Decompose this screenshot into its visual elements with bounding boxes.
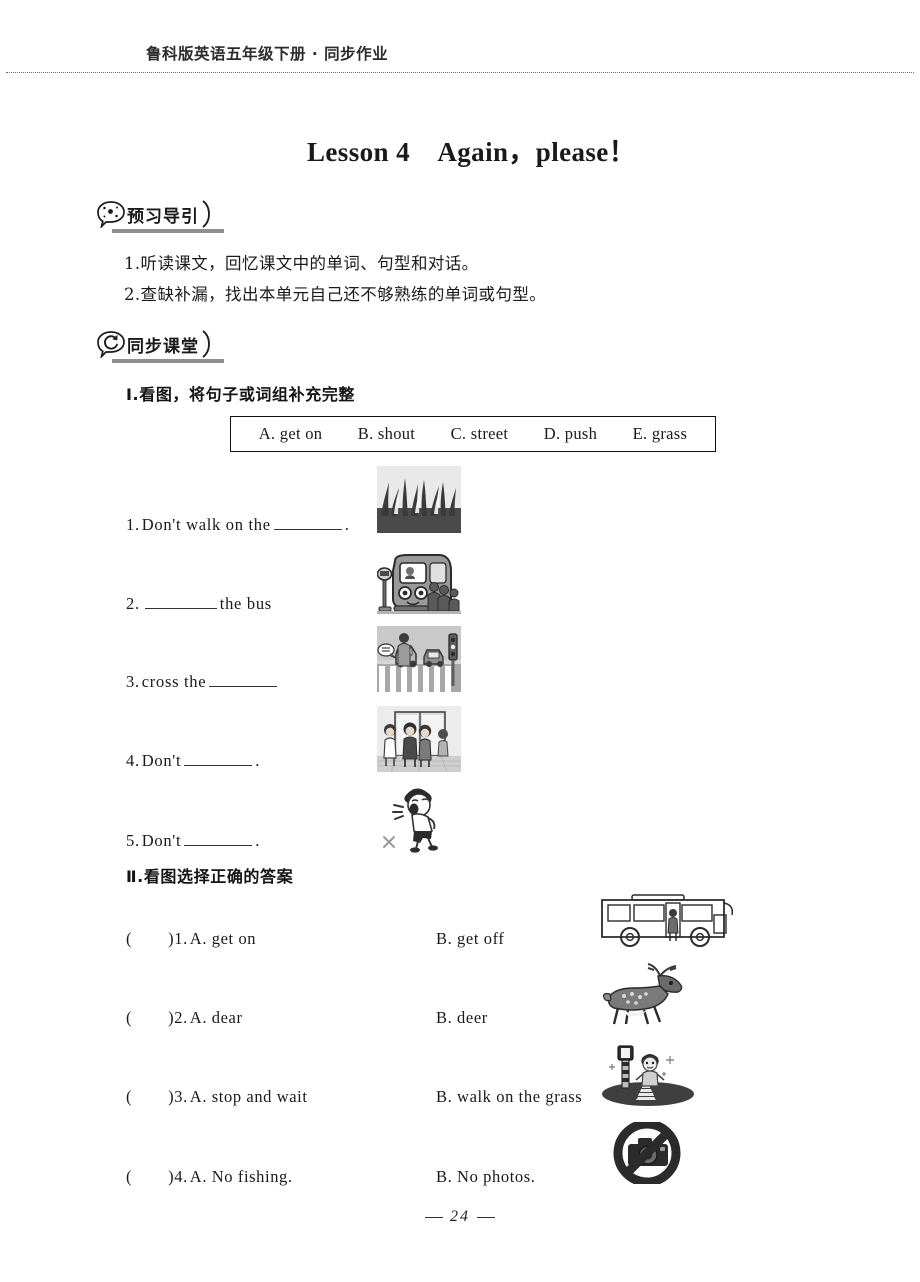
question-number: 2. [174,1008,188,1027]
section-badge-preview: 预习导引 [96,199,224,233]
page-header: 鲁科版英语五年级下册 · 同步作业 [0,42,920,78]
exercise-one-heading: Ⅰ.看图，将句子或词组补充完整 [126,385,356,404]
bus-boarding-picture [377,549,461,619]
question-text-after: . [255,831,261,850]
answer-blank[interactable] [273,515,342,530]
answer-paren-open: ( [126,929,133,948]
exercise-two-question-2: ()2. A. dear B. deer [126,1008,487,1028]
exercise-one-question-1: 1. Don't walk on the . [126,515,350,535]
shouting-boy-picture [372,781,462,853]
question-text-before: Don't walk on the [141,515,271,534]
children-pushing-picture [377,706,461,772]
badge-shadow [112,359,224,363]
preview-line-2: 2.查缺补漏，找出本单元自己还不够熟练的单词或句型。 [124,285,547,304]
answer-blank[interactable] [184,831,253,846]
page-title: Lesson 4 Again，please！ [307,137,637,167]
question-number: 3. [174,1087,188,1106]
option-a[interactable]: A. get on [190,929,256,948]
section-badge-preview-label: 预习导引 [127,206,199,227]
exercise-one-question-3: 3. cross the [126,672,280,692]
sparkle-bubble-icon [96,200,126,228]
question-number: 5. [126,831,140,850]
option-b[interactable]: B. get off [436,929,504,949]
word-bank-box: A. get on B. shout C. street D. push E. … [230,416,716,452]
page-footer: 24 [0,1208,920,1226]
question-text-after: the bus [219,594,272,613]
city-bus-picture [596,893,742,951]
book-title-header: 鲁科版英语五年级下册 · 同步作业 [146,45,389,63]
refresh-bubble-icon [96,330,126,358]
exercise-two-question-3: ()3. A. stop and wait B. walk on the gras… [126,1087,582,1107]
exercise-two-question-1: ()1. A. get on B. get off [126,929,504,949]
question-text-before: cross the [141,672,207,691]
exercise-two-heading: Ⅱ.看图选择正确的答案 [126,867,294,886]
badge-shadow [112,229,224,233]
question-text-after: . [255,751,261,770]
word-bank-item: E. grass [632,424,688,443]
word-bank-item: D. push [543,424,598,443]
question-text-before: Don't [141,751,182,770]
option-a[interactable]: A. No fishing. [190,1167,293,1186]
question-number: 4. [126,751,140,770]
answer-paren-open: ( [126,1167,133,1186]
word-bank-item: B. shout [357,424,416,443]
section-badge-classroom-label: 同步课堂 [127,336,199,357]
answer-blank[interactable] [184,751,253,766]
deer-picture [598,962,700,1026]
question-number: 4. [174,1167,188,1186]
option-b[interactable]: B. No photos. [436,1167,535,1187]
section-badge-classroom: 同步课堂 [96,329,224,363]
header-divider [6,72,914,73]
answer-blank[interactable] [209,672,278,687]
question-number: 1. [174,929,188,948]
badge-bracket-icon [200,199,216,229]
question-number: 2. [126,594,140,613]
option-b[interactable]: B. walk on the grass [436,1087,582,1107]
no-photos-sign-picture [600,1122,694,1184]
footer-dash-left [425,1216,443,1218]
answer-blank[interactable] [144,594,217,609]
footer-dash-right [477,1216,495,1218]
option-b[interactable]: B. deer [436,1008,488,1028]
exercise-one-question-5: 5. Don't . [126,831,260,851]
page-number: 24 [450,1208,470,1225]
answer-paren-open: ( [126,1087,133,1106]
question-text-before: Don't [141,831,182,850]
word-bank-item: A. get on [258,424,323,443]
traffic-light-picture [598,1042,698,1108]
exercise-one-question-4: 4. Don't . [126,751,260,771]
exercise-one-question-2: 2. the bus [126,594,272,614]
badge-bracket-icon [200,329,216,359]
crosswalk-picture [377,626,461,692]
preview-line-1: 1.听读课文，回忆课文中的单词、句型和对话。 [124,254,479,273]
word-bank-item: C. street [450,424,509,443]
option-a[interactable]: A. dear [190,1008,243,1027]
question-text-after: . [344,515,350,534]
answer-paren-open: ( [126,1008,133,1027]
question-number: 1. [126,515,140,534]
question-number: 3. [126,672,140,691]
option-a[interactable]: A. stop and wait [190,1087,308,1106]
exercise-two-question-4: ()4. A. No fishing. B. No photos. [126,1167,535,1187]
grass-picture [377,466,461,533]
